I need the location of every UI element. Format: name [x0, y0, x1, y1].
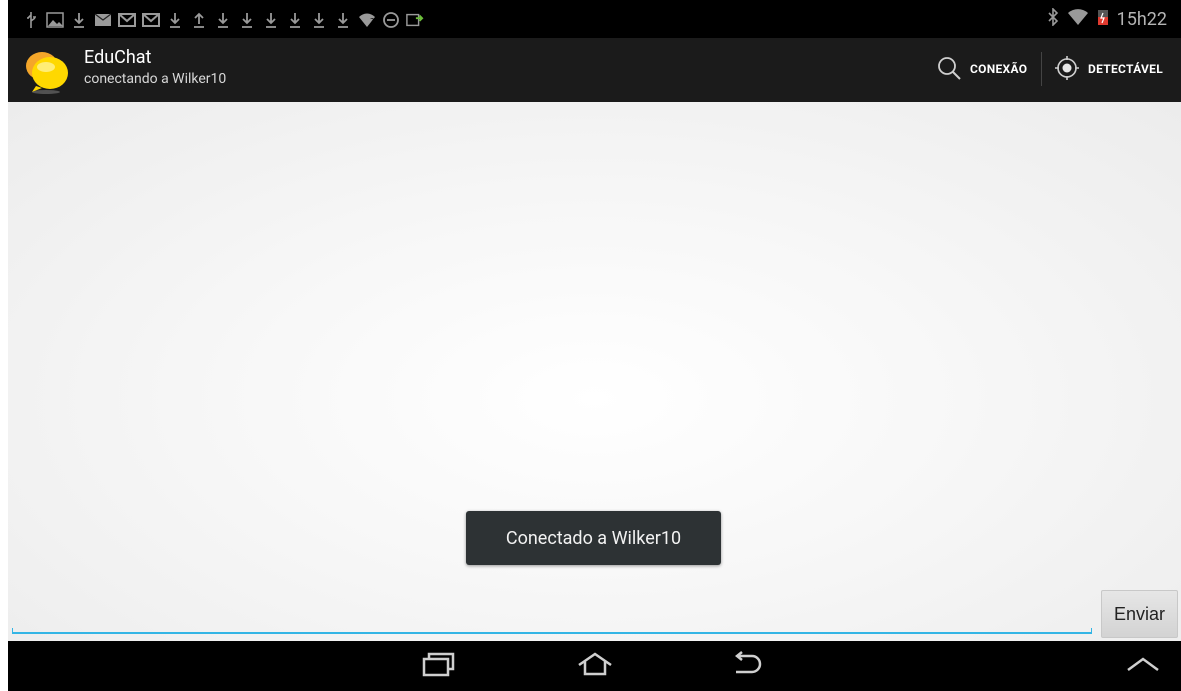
upload-icon — [190, 11, 208, 29]
recent-apps-button[interactable] — [413, 651, 463, 681]
download-icon — [166, 11, 184, 29]
download-icon — [262, 11, 280, 29]
back-icon — [728, 651, 764, 681]
download-icon — [214, 11, 232, 29]
connect-button[interactable]: CONEXÃO — [936, 52, 1027, 86]
download-icon — [286, 11, 304, 29]
input-underline — [12, 628, 1092, 634]
notification-icons: ? — [22, 9, 424, 31]
discoverable-label: DETECTÁVEL — [1088, 62, 1164, 76]
recent-apps-icon — [420, 651, 456, 681]
app-logo-icon[interactable] — [22, 46, 72, 96]
chevron-up-icon — [1125, 654, 1161, 678]
download-icon — [70, 11, 88, 29]
back-button[interactable] — [721, 651, 771, 681]
gmail-icon — [142, 11, 160, 29]
navigation-bar — [8, 641, 1181, 691]
clock: 15h22 — [1116, 8, 1167, 30]
system-tray: 15h22 — [1047, 7, 1167, 30]
battery-charge-icon — [406, 11, 424, 29]
usb-icon — [22, 11, 40, 29]
battery-icon — [1097, 8, 1109, 30]
bluetooth-icon — [1047, 7, 1059, 30]
download-icon — [334, 11, 352, 29]
connect-label: CONEXÃO — [970, 62, 1028, 76]
home-icon — [575, 651, 615, 681]
action-divider — [1041, 52, 1042, 86]
message-input[interactable] — [14, 596, 1094, 632]
download-icon — [238, 11, 256, 29]
discoverable-button[interactable]: DETECTÁVEL — [1054, 52, 1163, 86]
block-icon — [382, 11, 400, 29]
toast-message: Conectado a Wilker10 — [466, 511, 721, 565]
svg-text:?: ? — [370, 17, 374, 26]
chat-area[interactable]: Conectado a Wilker10 Enviar — [8, 102, 1181, 641]
image-icon — [46, 11, 64, 29]
search-icon — [936, 55, 962, 84]
wifi-icon: ? — [358, 11, 376, 29]
home-button[interactable] — [570, 651, 620, 681]
mail-icon — [94, 11, 112, 29]
status-bar: ? 15h22 — [8, 0, 1181, 38]
menu-up-button[interactable] — [1118, 651, 1168, 681]
action-bar: EduChat conectando a Wilker10 CONEXÃO DE… — [8, 38, 1181, 102]
app-title: EduChat — [84, 47, 152, 68]
send-button[interactable]: Enviar — [1101, 590, 1178, 638]
connection-status: conectando a Wilker10 — [84, 71, 227, 87]
download-icon — [310, 11, 328, 29]
wifi-signal-icon — [1067, 8, 1089, 30]
target-icon — [1054, 55, 1080, 84]
gmail-icon — [118, 11, 136, 29]
